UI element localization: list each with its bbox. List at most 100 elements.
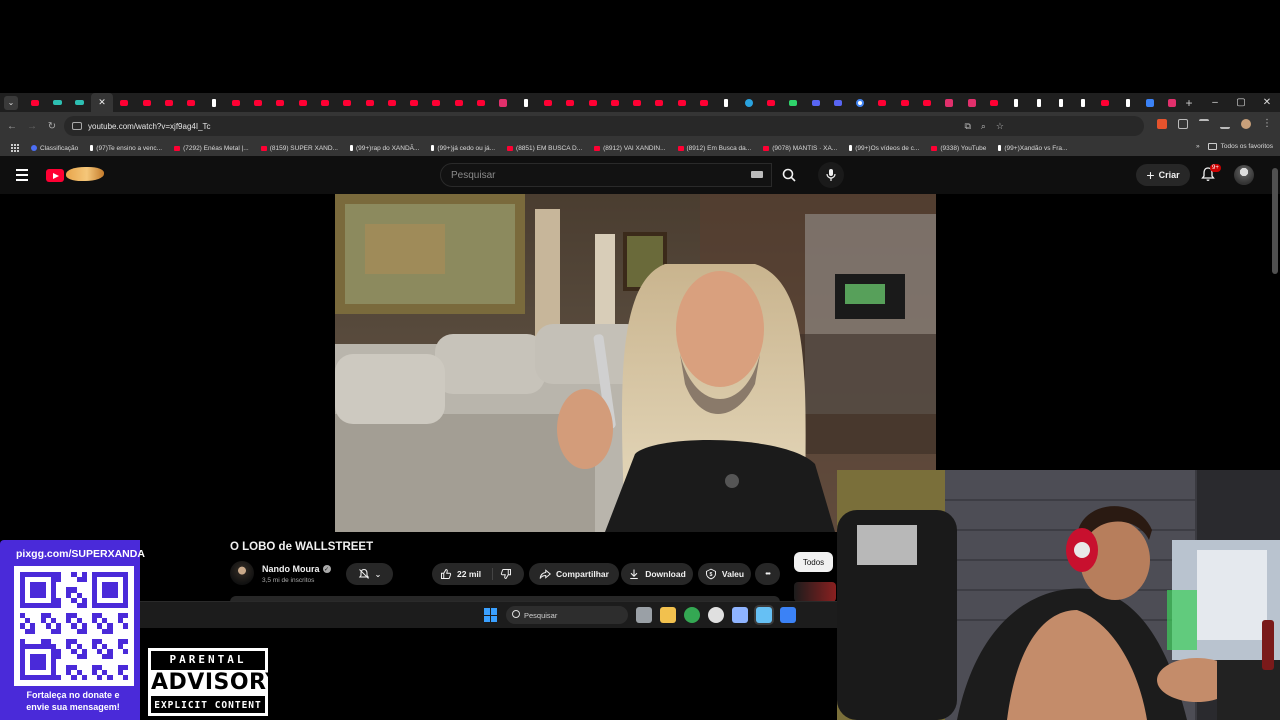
address-bar[interactable]: youtube.com/watch?v=xjf9ag4I_Tc ⧉ ⌕ ☆ [64,116,1144,136]
site-info-icon[interactable] [72,122,82,130]
minimize-button[interactable]: – [1202,97,1228,108]
browser-tab[interactable] [782,93,804,112]
browser-tab[interactable] [849,93,871,112]
forward-icon[interactable]: → [22,121,42,132]
thanks-button[interactable]: $ Valeu [698,563,751,585]
browser-tab[interactable] [1094,93,1116,112]
browser-tab[interactable] [1139,93,1161,112]
account-avatar[interactable] [1234,165,1254,185]
chrome-icon[interactable] [684,607,700,623]
browser-tab[interactable] [358,93,380,112]
search-input[interactable] [451,169,731,181]
browser-tab[interactable] [1117,93,1139,112]
settings-icon[interactable] [732,607,748,623]
bookmark-item[interactable]: (8912) VAI XANDIN... [594,145,666,152]
browser-tab[interactable] [648,93,670,112]
browser-tab[interactable] [202,93,224,112]
browser-tab[interactable] [425,93,447,112]
browser-tab[interactable] [1027,93,1049,112]
back-icon[interactable]: ← [2,121,22,132]
browser-tab[interactable] [960,93,982,112]
app-icon[interactable] [780,607,796,623]
create-button[interactable]: + Criar [1136,164,1190,186]
browser-tab[interactable] [760,93,782,112]
browser-tab[interactable] [1005,93,1027,112]
extensions-puzzle-icon[interactable] [1178,118,1188,129]
browser-tab[interactable] [292,93,314,112]
bookmark-item[interactable]: (97)Te ensino a venc... [90,145,162,152]
bookmark-item[interactable]: (9338) YouTube [931,145,986,152]
browser-tab[interactable] [626,93,648,112]
voice-search-button[interactable] [818,162,844,188]
more-bookmarks-button[interactable]: » [1196,143,1200,150]
extension-icon[interactable] [1157,118,1167,129]
browser-tab[interactable] [804,93,826,112]
reload-icon[interactable]: ↻ [42,121,62,132]
recommended-video-thumbnail[interactable] [794,582,836,602]
browser-tab[interactable] [537,93,559,112]
cast-icon[interactable]: ⧉ [964,121,970,132]
browser-tab[interactable] [492,93,514,112]
browser-tab[interactable] [983,93,1005,112]
bookmark-star-icon[interactable]: ☆ [996,121,1004,132]
windows-start-icon[interactable] [484,608,498,622]
browser-tab[interactable] [448,93,470,112]
browser-tab[interactable]: ✕ [90,93,114,112]
dislike-icon[interactable] [500,568,512,580]
browser-tab[interactable] [515,93,537,112]
chrome-profile-icon[interactable] [708,607,724,623]
browser-tab[interactable] [671,93,693,112]
browser-tab[interactable] [1050,93,1072,112]
tab-search-dropdown-icon[interactable]: ⌄ [4,95,18,110]
browser-tab[interactable] [180,93,202,112]
task-view-icon[interactable] [636,607,652,623]
browser-tab[interactable] [46,93,68,112]
tab-groups-icon[interactable] [1199,118,1209,129]
bookmark-item[interactable]: Classificação [31,145,78,152]
browser-tab[interactable] [894,93,916,112]
share-button[interactable]: Compartilhar [529,563,619,585]
browser-tab[interactable] [715,93,737,112]
new-tab-button[interactable]: + [1185,96,1192,110]
search-button[interactable] [772,163,806,187]
browser-tab[interactable] [403,93,425,112]
page-scrollbar[interactable] [1272,168,1278,274]
browser-tab[interactable] [1072,93,1094,112]
keyboard-icon[interactable] [751,171,763,178]
browser-tab[interactable] [269,93,291,112]
browser-tab[interactable] [1161,93,1183,112]
close-tab-icon[interactable]: ✕ [98,97,106,108]
browser-tab[interactable] [336,93,358,112]
youtube-logo-icon[interactable] [46,169,64,182]
browser-tab[interactable] [225,93,247,112]
downloads-icon[interactable] [1220,119,1230,129]
all-bookmarks-button[interactable]: Todos os favoritos [1207,143,1273,150]
taskbar-search[interactable]: Pesquisar [506,606,628,624]
bookmark-item[interactable]: (99+)Xandão vs Fra... [998,145,1067,152]
browser-tab[interactable] [604,93,626,112]
browser-tab[interactable] [938,93,960,112]
maximize-button[interactable]: ▢ [1228,97,1254,108]
close-window-button[interactable]: ✕ [1254,97,1280,108]
zoom-icon[interactable]: ⌕ [981,121,986,132]
bookmark-item[interactable]: (8159) SUPER XAND... [260,145,338,152]
browser-tab[interactable] [24,93,46,112]
browser-tab[interactable] [581,93,603,112]
bookmark-item[interactable]: (99+)Os vídeos de c... [849,145,919,152]
browser-tab[interactable] [135,93,157,112]
subscription-bell-button[interactable]: ⌄ [346,563,393,585]
browser-tab[interactable] [69,93,91,112]
browser-tab[interactable] [871,93,893,112]
more-actions-button[interactable]: ••• [755,563,780,585]
browser-tab[interactable] [113,93,135,112]
browser-tab[interactable] [314,93,336,112]
filter-chip-todos[interactable]: Todos [794,552,833,572]
browser-tab[interactable] [247,93,269,112]
like-icon[interactable] [440,568,452,580]
browser-tab[interactable] [470,93,492,112]
browser-tab[interactable] [916,93,938,112]
bookmark-item[interactable]: (9078) MANTIS · XA... [763,145,837,152]
search-bar[interactable] [440,163,772,187]
profile-avatar-icon[interactable] [1241,118,1251,129]
youtube-doodle-logo[interactable] [66,167,104,181]
